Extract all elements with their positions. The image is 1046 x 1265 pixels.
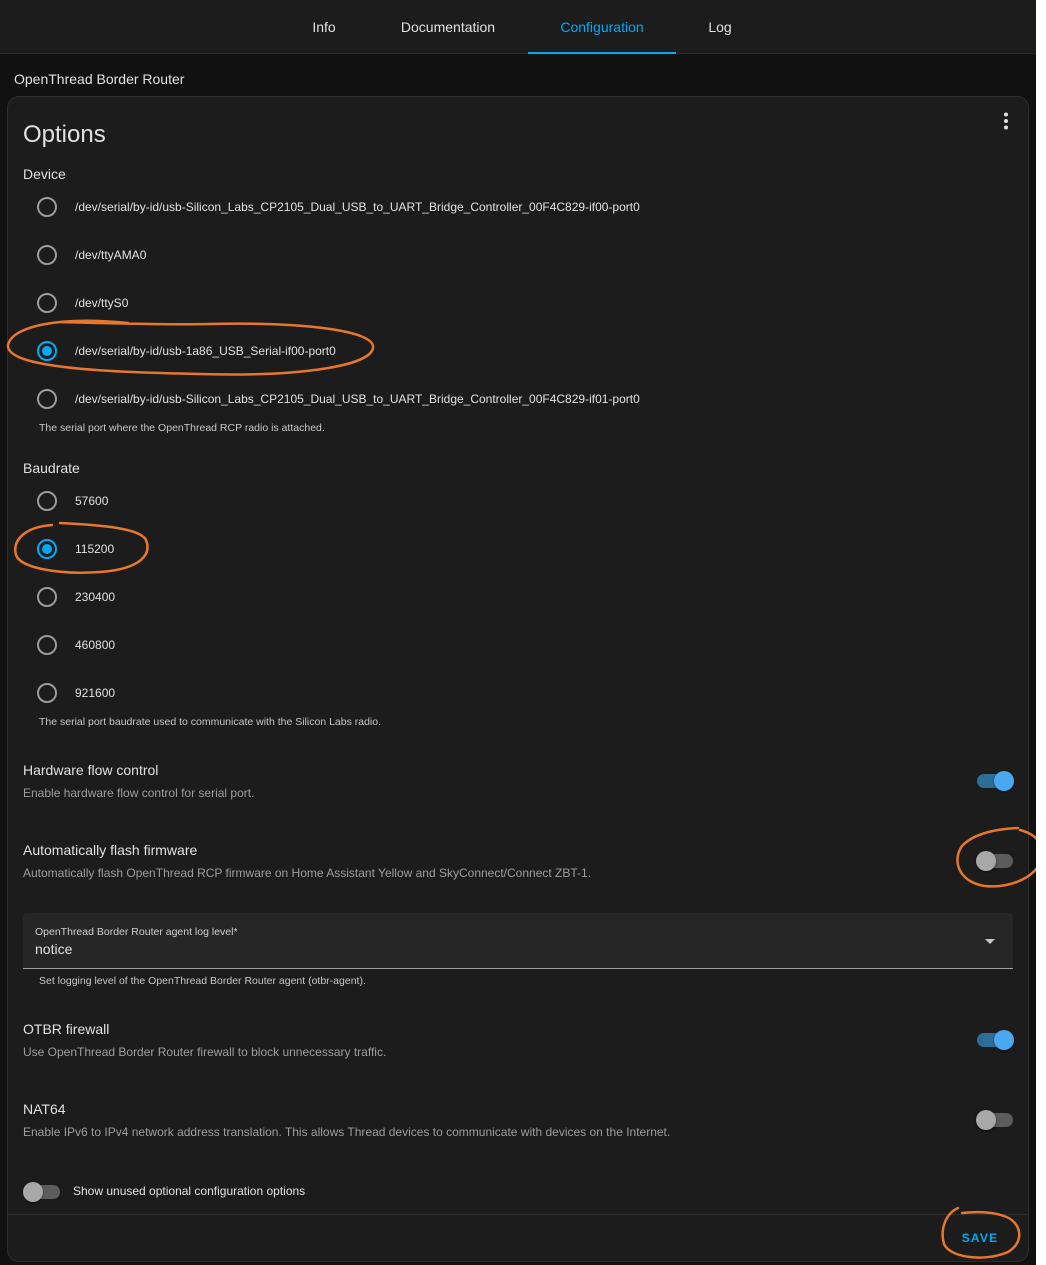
radio-button[interactable] (37, 683, 57, 703)
baudrate-helper-text: The serial port baudrate used to communi… (39, 716, 382, 728)
otbr-firewall-toggle[interactable] (977, 1030, 1014, 1050)
nat64-toggle[interactable] (976, 1110, 1013, 1130)
device-option-label: /dev/ttyS0 (75, 296, 129, 310)
toggle-thumb (976, 851, 996, 871)
device-option[interactable]: /dev/serial/by-id/usb-Silicon_Labs_CP210… (23, 187, 1003, 227)
tab-info[interactable]: Info (294, 0, 354, 53)
dropdown-arrow-icon (985, 939, 995, 944)
baudrate-option[interactable]: 921600 (23, 673, 1003, 713)
radio-button-checked[interactable] (37, 539, 57, 559)
save-button[interactable]: SAVE (952, 1223, 1008, 1253)
addon-title: OpenThread Border Router (14, 71, 185, 87)
app-window: Info Documentation Configuration Log Ope… (0, 0, 1036, 1265)
show-unused-row: Show unused optional configuration optio… (23, 1180, 423, 1204)
hardware-flow-control-title: Hardware flow control (23, 762, 159, 778)
show-unused-label: Show unused optional configuration optio… (73, 1184, 306, 1198)
baudrate-option[interactable]: 230400 (23, 577, 1003, 617)
otbr-firewall-description: Use OpenThread Border Router firewall to… (23, 1045, 387, 1059)
device-helper-text: The serial port where the OpenThread RCP… (39, 422, 325, 434)
tab-configuration[interactable]: Configuration (528, 0, 676, 54)
toggle-thumb (23, 1182, 43, 1202)
auto-flash-toggle[interactable] (976, 851, 1013, 871)
device-option-label: /dev/serial/by-id/usb-Silicon_Labs_CP210… (75, 200, 640, 214)
baudrate-option-label: 57600 (75, 494, 109, 508)
radio-button-checked[interactable] (37, 341, 57, 361)
hardware-flow-control-description: Enable hardware flow control for serial … (23, 786, 255, 800)
radio-button[interactable] (37, 635, 57, 655)
nat64-title: NAT64 (23, 1101, 66, 1117)
device-option-label: /dev/ttyAMA0 (75, 248, 147, 262)
radio-button[interactable] (37, 491, 57, 511)
radio-button[interactable] (37, 197, 57, 217)
log-level-select[interactable]: OpenThread Border Router agent log level… (23, 913, 1013, 969)
hardware-flow-control-toggle[interactable] (977, 771, 1014, 791)
radio-button[interactable] (37, 389, 57, 409)
device-option-label: /dev/serial/by-id/usb-1a86_USB_Serial-if… (75, 344, 336, 358)
otbr-firewall-title: OTBR firewall (23, 1021, 110, 1037)
baudrate-option-label: 230400 (75, 590, 116, 604)
device-option-selected[interactable]: /dev/serial/by-id/usb-1a86_USB_Serial-if… (23, 331, 1003, 371)
device-option[interactable]: /dev/ttyS0 (23, 283, 1003, 323)
options-card: Options Device /dev/serial/by-id/usb-Sil… (7, 96, 1029, 1262)
toggle-thumb (994, 1030, 1014, 1050)
baudrate-option-selected[interactable]: 115200 (23, 529, 1003, 569)
show-unused-toggle[interactable] (23, 1182, 60, 1202)
tab-bar: Info Documentation Configuration Log (0, 0, 1036, 54)
radio-button[interactable] (37, 587, 57, 607)
dots-vertical-icon (1004, 112, 1008, 130)
auto-flash-description: Automatically flash OpenThread RCP firmw… (23, 866, 592, 880)
baudrate-option[interactable]: 57600 (23, 481, 1003, 521)
toggle-thumb (994, 771, 1014, 791)
log-level-helper-text: Set logging level of the OpenThread Bord… (39, 975, 366, 987)
device-label: Device (23, 166, 66, 182)
nat64-description: Enable IPv6 to IPv4 network address tran… (23, 1125, 671, 1139)
device-option-label: /dev/serial/by-id/usb-Silicon_Labs_CP210… (75, 392, 640, 406)
device-option[interactable]: /dev/ttyAMA0 (23, 235, 1003, 275)
baudrate-option-label: 460800 (75, 638, 116, 652)
overflow-menu-button[interactable] (994, 109, 1018, 133)
device-option[interactable]: /dev/serial/by-id/usb-Silicon_Labs_CP210… (23, 379, 1003, 419)
log-level-label: OpenThread Border Router agent log level… (35, 926, 238, 938)
toggle-thumb (976, 1110, 996, 1130)
tab-log[interactable]: Log (692, 0, 748, 53)
baudrate-label: Baudrate (23, 460, 80, 476)
radio-button[interactable] (37, 245, 57, 265)
radio-button[interactable] (37, 293, 57, 313)
baudrate-option-label: 921600 (75, 686, 116, 700)
card-footer-divider (8, 1214, 1028, 1215)
card-title: Options (23, 121, 106, 148)
auto-flash-title: Automatically flash firmware (23, 842, 198, 858)
tab-documentation[interactable]: Documentation (384, 0, 512, 53)
baudrate-option[interactable]: 460800 (23, 625, 1003, 665)
log-level-value: notice (35, 941, 73, 957)
baudrate-option-label: 115200 (75, 542, 115, 556)
